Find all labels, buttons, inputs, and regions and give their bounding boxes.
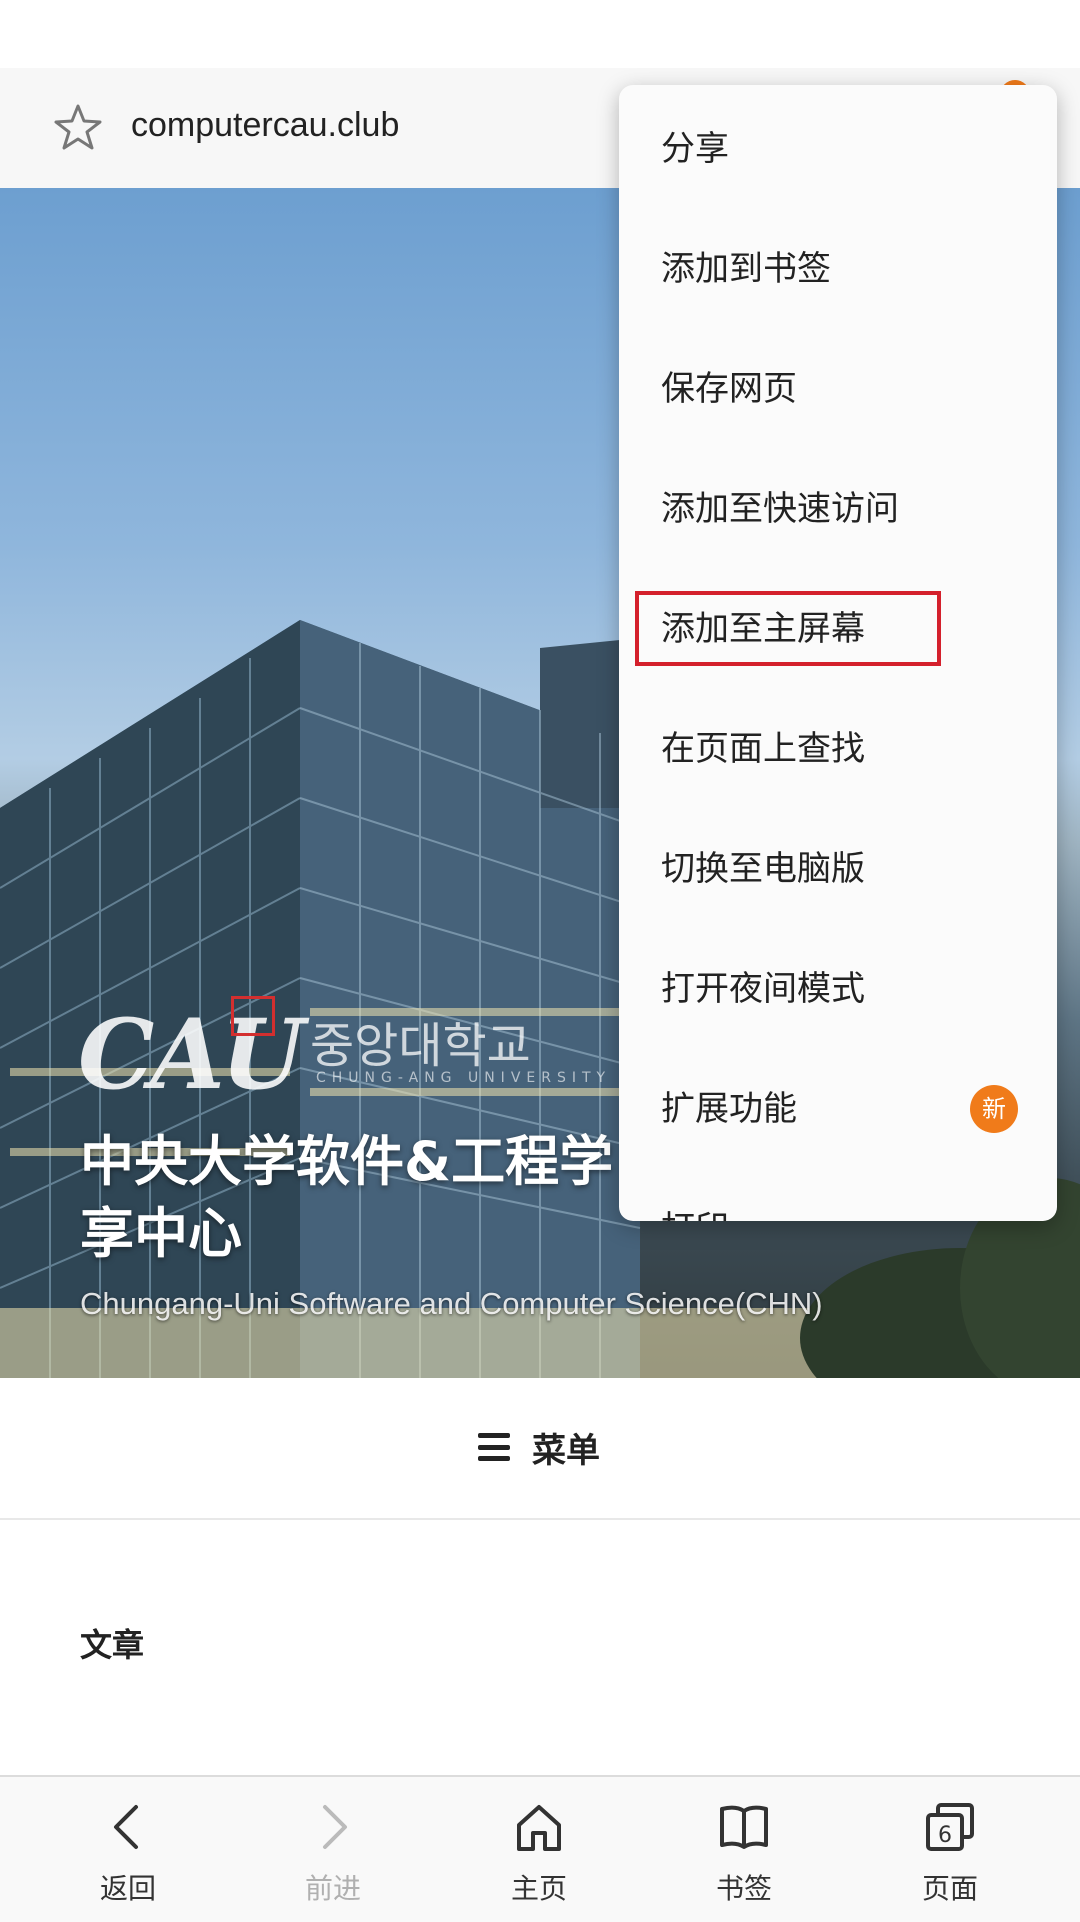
- nav-home-button[interactable]: 主页: [449, 1777, 629, 1922]
- nav-bookmarks-label: 书签: [715, 1872, 772, 1905]
- menu-item-find-on-page[interactable]: 在页面上查找: [619, 685, 1057, 805]
- menu-label: 菜单: [532, 1430, 600, 1471]
- star-icon[interactable]: [52, 102, 104, 154]
- nav-tabs-label: 页面: [921, 1872, 978, 1905]
- articles-heading: 文章: [80, 1626, 145, 1664]
- korean-logo-text: 중앙대학교: [310, 1018, 531, 1074]
- forward-arrow-icon: [323, 1805, 347, 1849]
- hero-title-line1: 中央大学软件&工程学: [80, 1130, 614, 1193]
- hero-subtitle: Chungang-Uni Software and Computer Scien…: [80, 1286, 823, 1321]
- menu-toggle-button[interactable]: 菜单: [478, 1422, 600, 1472]
- tabs-count: 6: [938, 1823, 952, 1848]
- menu-item-save-page[interactable]: 保存网页: [619, 325, 1057, 445]
- site-menu-bar: 菜单: [0, 1378, 1080, 1520]
- back-arrow-icon: [114, 1805, 138, 1849]
- menu-item-add-quick-access[interactable]: 添加至快速访问: [619, 445, 1057, 565]
- status-bar: [0, 0, 1080, 68]
- nav-forward-button[interactable]: 前进: [243, 1777, 423, 1922]
- menu-item-night-mode[interactable]: 打开夜间模式: [619, 925, 1057, 1045]
- menu-item-desktop-version[interactable]: 切换至电脑版: [619, 805, 1057, 925]
- nav-tabs-button[interactable]: 6 页面: [860, 1777, 1040, 1922]
- hamburger-icon: [478, 1433, 510, 1461]
- menu-item-add-home-screen[interactable]: 添加至主屏幕: [619, 565, 1057, 685]
- nav-home-label: 主页: [510, 1872, 567, 1905]
- korean-logo-subtext: CHUNG-ANG UNIVERSITY: [316, 1070, 612, 1086]
- tabs-icon: 6: [926, 1803, 974, 1851]
- url-field[interactable]: computercau.club: [131, 106, 399, 145]
- menu-item-print[interactable]: 打印: [619, 1165, 1057, 1221]
- nav-bookmarks-button[interactable]: 书签: [654, 1777, 834, 1922]
- nav-forward-label: 前进: [304, 1872, 361, 1905]
- logo-accent-box: [231, 996, 275, 1036]
- home-icon: [517, 1805, 561, 1851]
- bookmarks-icon: [720, 1805, 768, 1849]
- hero-title-line2: 享中心: [80, 1202, 242, 1265]
- nav-back-label: 返回: [99, 1872, 156, 1905]
- browser-context-menu: 分享 添加到书签 保存网页 添加至快速访问 添加至主屏幕 在页面上查找 切换至电…: [619, 85, 1057, 1221]
- nav-back-button[interactable]: 返回: [38, 1777, 218, 1922]
- bottom-navigation: 返回 前进 主页 书签 6 页面: [0, 1775, 1080, 1922]
- menu-item-share[interactable]: 分享: [619, 85, 1057, 205]
- menu-item-add-bookmark[interactable]: 添加到书签: [619, 205, 1057, 325]
- new-badge: 新: [970, 1085, 1018, 1133]
